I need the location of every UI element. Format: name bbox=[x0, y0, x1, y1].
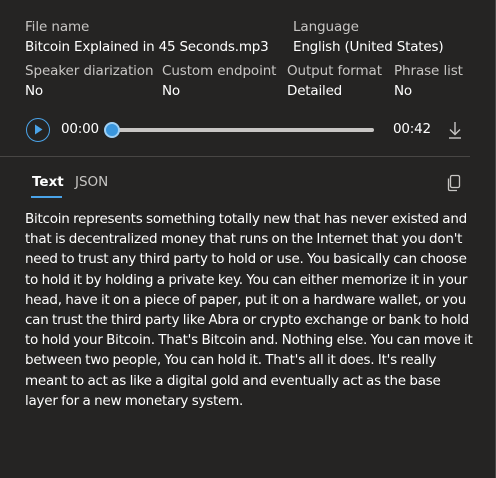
download-button[interactable] bbox=[446, 120, 464, 140]
seek-bar[interactable] bbox=[111, 128, 374, 132]
play-button[interactable] bbox=[26, 118, 50, 142]
phrase-list-value: No bbox=[394, 83, 412, 99]
file-name-label: File name bbox=[25, 19, 90, 35]
copy-button[interactable] bbox=[446, 174, 462, 192]
speaker-diarization-value: No bbox=[25, 83, 43, 99]
custom-endpoint-value: No bbox=[162, 83, 180, 99]
download-icon bbox=[449, 122, 461, 139]
divider bbox=[0, 156, 470, 157]
tab-text[interactable]: Text bbox=[32, 174, 64, 190]
output-format-label: Output format bbox=[287, 63, 382, 79]
language-value: English (United States) bbox=[293, 39, 444, 55]
language-label: Language bbox=[293, 19, 359, 35]
transcript-panel: File name Bitcoin Explained in 45 Second… bbox=[0, 0, 496, 478]
audio-player: 00:00 00:42 bbox=[25, 117, 470, 143]
custom-endpoint-label: Custom endpoint bbox=[162, 63, 277, 79]
copy-icon bbox=[447, 174, 461, 192]
file-name-value: Bitcoin Explained in 45 Seconds.mp3 bbox=[25, 39, 269, 55]
transcript-text: Bitcoin represents something totally new… bbox=[25, 211, 473, 409]
output-format-value: Detailed bbox=[287, 83, 343, 99]
duration: 00:42 bbox=[393, 121, 431, 137]
current-time: 00:00 bbox=[61, 121, 99, 137]
speaker-diarization-label: Speaker diarization bbox=[25, 63, 154, 79]
active-tab-indicator bbox=[31, 196, 62, 198]
seek-thumb[interactable] bbox=[104, 122, 120, 138]
phrase-list-label: Phrase list bbox=[394, 63, 463, 79]
tab-json[interactable]: JSON bbox=[75, 174, 108, 190]
play-icon bbox=[35, 124, 43, 135]
